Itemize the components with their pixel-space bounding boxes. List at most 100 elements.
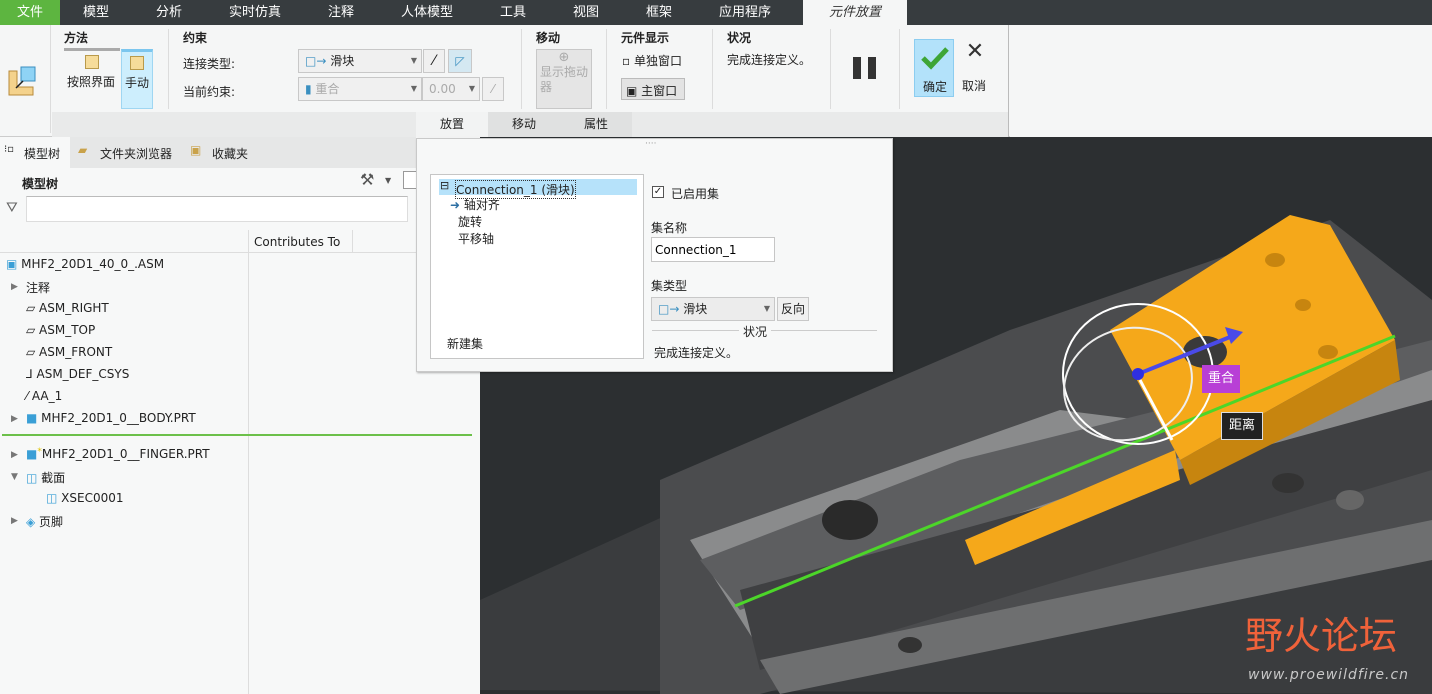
folder-icon: ▰ (78, 143, 88, 157)
subtab-move[interactable]: 移动 (488, 112, 560, 137)
tree-item-asm-right[interactable]: ▱ ASM_RIGHT (26, 301, 109, 315)
tree-item-xsec[interactable]: ◫ XSEC0001 (46, 491, 124, 505)
connection-type-dropdown[interactable]: □→ 滑块 ▼ (298, 49, 422, 73)
tree-item-label: ASM_RIGHT (39, 301, 109, 315)
tab-component-placement[interactable]: 元件放置 (803, 0, 907, 25)
tab-folder-browser[interactable]: ▰ 文件夹浏览器 (76, 137, 181, 168)
menu-manikin[interactable]: 人体模型 (387, 0, 467, 25)
close-icon: ✕ (965, 39, 985, 64)
flip-button[interactable]: 反向 (777, 297, 809, 321)
collapse-icon[interactable]: ⊟ (440, 179, 449, 192)
constraint-rotation[interactable]: 旋转 (458, 213, 482, 230)
tree-item-label: ASM_FRONT (39, 345, 113, 359)
expand-icon[interactable]: ▶ (11, 282, 18, 292)
menu-view[interactable]: 视图 (556, 0, 616, 25)
new-set-link[interactable]: 新建集 (447, 335, 483, 352)
navigator-tabs: ⁝▫ 模型树 ▰ 文件夹浏览器 ▣ 收藏夹 (0, 137, 416, 168)
menu-framework[interactable]: 框架 (629, 0, 689, 25)
insert-indicator[interactable] (2, 434, 472, 436)
current-constraint-label: 当前约束: (183, 85, 236, 99)
tree-item-axis[interactable]: ⁄ AA_1 (26, 389, 62, 403)
reference-icon[interactable]: ◸ (448, 49, 472, 73)
expand-icon[interactable]: ▶ (11, 516, 18, 526)
expand-icon[interactable]: ▶ (11, 450, 18, 460)
menu-annotate[interactable]: 注释 (311, 0, 371, 25)
distance-tag[interactable]: 距离 (1221, 412, 1263, 440)
set-name-label: 集名称 (651, 221, 688, 235)
by-interface-button[interactable]: 按照界面 (64, 51, 120, 109)
menu-tools[interactable]: 工具 (483, 0, 543, 25)
menu-applications[interactable]: 应用程序 (705, 0, 785, 25)
constraint-translation-axis[interactable]: 平移轴 (458, 230, 494, 247)
main-window-button[interactable]: ▣ 主窗口 (621, 78, 685, 100)
status-text: 完成连接定义。 (727, 53, 812, 67)
tab-model-tree[interactable]: ⁝▫ 模型树 (0, 137, 70, 168)
tree-item-finger[interactable]: ■*MHF2_20D1_0__FINGER.PRT (26, 447, 210, 461)
chevron-down-icon[interactable]: ▼ (385, 176, 391, 185)
menu-file[interactable]: 文件 (0, 0, 60, 25)
connection-type-label: 连接类型: (183, 57, 236, 71)
flip-offset-icon[interactable]: ⁄ (482, 77, 504, 101)
tree-item-label: ASM_TOP (39, 323, 96, 337)
flip-constraint-icon[interactable]: ⁄ (423, 49, 445, 73)
constraint-axis-align[interactable]: ➜ 轴对齐 (450, 196, 500, 213)
expand-icon[interactable]: ▶ (11, 414, 18, 424)
manual-label: 手动 (125, 76, 150, 90)
tree-item-label: 注释 (26, 281, 51, 295)
separate-window-button[interactable]: ▫ 单独窗口 (622, 52, 682, 69)
set-type-label: 集类型 (651, 279, 688, 293)
connection-type-value: 滑块 (330, 54, 355, 68)
current-constraint-value: 重合 (315, 82, 340, 96)
menu-model[interactable]: 模型 (66, 0, 126, 25)
tree-item-csys[interactable]: ⅃ ASM_DEF_CSYS (26, 367, 129, 381)
tab-favorites[interactable]: ▣ 收藏夹 (188, 137, 258, 168)
checkmark-icon (921, 47, 949, 70)
part-icon: ■ (26, 447, 38, 461)
menu-simulation[interactable]: 实时仿真 (215, 0, 295, 25)
main-window-icon: ▣ (626, 84, 642, 98)
tree-item-footer[interactable]: ◈ 页脚 (26, 513, 63, 530)
set-name-input[interactable] (651, 237, 775, 262)
column-contributes-to[interactable]: Contributes To (254, 235, 340, 249)
tree-item-sections[interactable]: ◫ 截面 (26, 469, 65, 486)
tree-item-label: ASM_DEF_CSYS (36, 367, 130, 381)
subtab-placement[interactable]: 放置 (416, 112, 488, 137)
manual-button[interactable]: 手动 (121, 49, 153, 109)
tree-item-assembly[interactable]: ▣ MHF2_20D1_40_0_.ASM (6, 257, 164, 271)
show-dragger-button[interactable]: ⊕ 显示拖动器 (536, 49, 592, 109)
section-icon: ◫ (26, 471, 42, 485)
current-constraint-dropdown[interactable]: ▮ 重合 ▼ (298, 77, 422, 101)
tree-item-label: 页脚 (39, 515, 64, 529)
set-connection-1[interactable]: ⊟ Connection_1 (滑块) (439, 179, 637, 199)
coincident-tag[interactable]: 重合 (1202, 365, 1240, 393)
cancel-button[interactable]: ✕ 取消 (960, 39, 990, 97)
panel-grip[interactable]: ···· (645, 139, 656, 149)
filter-input[interactable] (26, 196, 408, 222)
enabled-set-label: 已启用集 (671, 187, 720, 201)
tree-item-asm-front[interactable]: ▱ ASM_FRONT (26, 345, 112, 359)
tree-item-asm-top[interactable]: ▱ ASM_TOP (26, 323, 95, 337)
settings-tools-icon[interactable]: ⚒ (360, 170, 374, 189)
tree-item-body[interactable]: ■ MHF2_20D1_0__BODY.PRT (26, 411, 196, 425)
method-group-label: 方法 (64, 31, 89, 45)
tree-item-label: MHF2_20D1_0__BODY.PRT (41, 411, 196, 425)
window-icon: ▫ (622, 54, 634, 68)
menu-analysis[interactable]: 分析 (139, 0, 199, 25)
subtab-properties[interactable]: 属性 (560, 112, 632, 137)
enabled-set-checkbox[interactable]: ✓ (652, 186, 664, 198)
offset-input[interactable]: 0.00 ▼ (422, 77, 480, 101)
ok-button[interactable]: 确定 (914, 39, 954, 97)
pause-button[interactable] (853, 57, 877, 79)
tree-item-annotations[interactable]: 注释 (26, 279, 50, 296)
panel-status-text: 完成连接定义。 (654, 346, 739, 360)
assembly-icon: ▣ (6, 257, 22, 271)
collapse-icon[interactable]: ▼ (11, 472, 18, 482)
tree-item-label: MHF2_20D1_40_0_.ASM (21, 257, 165, 271)
menu-bar: 文件 模型 分析 实时仿真 注释 人体模型 工具 视图 框架 应用程序 元件放置 (0, 0, 1432, 25)
cancel-label: 取消 (962, 79, 987, 93)
part-icon: ■ (26, 411, 42, 425)
set-type-dropdown[interactable]: □→ 滑块 ▼ (651, 297, 775, 321)
tab-model-tree-label: 模型树 (24, 147, 61, 161)
separate-window-label: 单独窗口 (633, 54, 682, 68)
show-columns-icon[interactable] (403, 171, 417, 189)
